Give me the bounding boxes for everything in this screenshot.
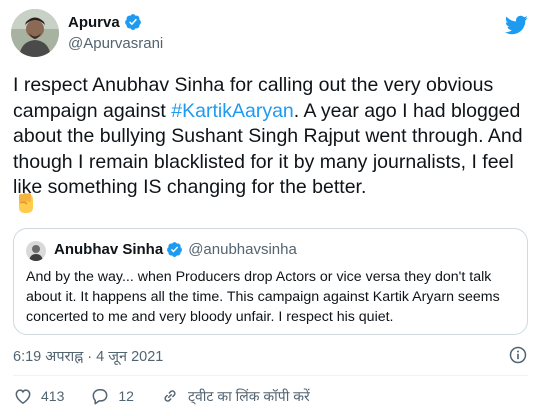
action-bar: 413 12 ट्वीट का लिंक कॉपी करें: [13, 384, 310, 408]
quoted-text: And by the way... when Producers drop Ac…: [26, 269, 500, 325]
twitter-bird-icon[interactable]: [504, 13, 528, 37]
author-avatar[interactable]: [11, 9, 59, 57]
divider: [13, 375, 528, 376]
quoted-author-handle: @anubhavsinha: [188, 241, 297, 258]
info-icon[interactable]: [508, 345, 528, 365]
quoted-author-name: Anubhav Sinha: [54, 241, 164, 258]
raised-fist-emoji-icon: [19, 193, 33, 213]
reply-button[interactable]: 12: [90, 386, 134, 406]
heart-icon: [15, 389, 31, 404]
link-icon: [164, 390, 176, 402]
quoted-tweet[interactable]: Anubhav Sinha @anubhavsinha And by the w…: [13, 228, 528, 335]
quoted-name-row: Anubhav Sinha @anubhavsinha: [54, 241, 297, 258]
quoted-author-avatar[interactable]: [26, 241, 46, 261]
copy-link-button[interactable]: ट्वीट का लिंक कॉपी करें: [160, 386, 310, 406]
tweet-card: Apurva @Apurvasrani I respect Anubhav Si…: [0, 0, 541, 416]
tweet-text: I respect Anubhav Sinha for calling out …: [13, 73, 533, 201]
author-name-row[interactable]: Apurva: [68, 13, 142, 31]
verified-badge-icon: [167, 242, 183, 257]
author-name[interactable]: Apurva: [68, 14, 120, 31]
verified-badge-icon: [124, 14, 141, 30]
tweet-timestamp[interactable]: 6:19 अपराह्न · 4 जून 2021: [13, 346, 163, 366]
author-handle[interactable]: @Apurvasrani: [68, 35, 163, 52]
like-button[interactable]: 413: [13, 386, 64, 406]
hashtag-link[interactable]: #KartikAaryan: [171, 100, 293, 122]
reply-count: 12: [118, 388, 134, 404]
reply-icon: [92, 389, 108, 405]
copy-link-label: ट्वीट का लिंक कॉपी करें: [187, 387, 310, 404]
like-count: 413: [41, 388, 65, 404]
